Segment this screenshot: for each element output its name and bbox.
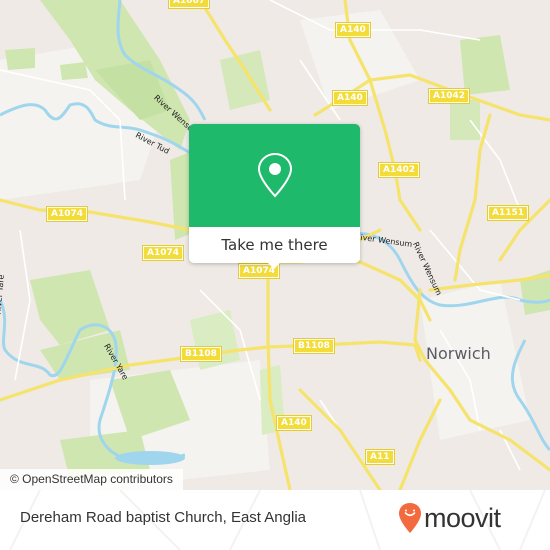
road-label: A140	[335, 22, 371, 38]
place-label-norwich: Norwich	[426, 344, 491, 363]
popup-header	[189, 124, 360, 227]
location-popup: Take me there	[189, 124, 360, 269]
road-label: B1108	[180, 346, 222, 362]
location-title: Dereham Road baptist Church, East Anglia	[20, 509, 306, 526]
road-label: A1074	[45, 206, 89, 222]
road-label: A1402	[377, 162, 421, 178]
moovit-pin-icon	[399, 503, 421, 533]
popup-tail	[266, 261, 282, 269]
moovit-logo[interactable]: moovit	[398, 502, 501, 534]
road-label: A140	[276, 415, 312, 431]
road-label: A1042	[427, 88, 471, 104]
road-label: A11	[365, 449, 395, 465]
take-me-there-button[interactable]: Take me there	[189, 227, 360, 263]
road-label: A1151	[486, 205, 530, 221]
moovit-wordmark: moovit	[424, 502, 501, 533]
footer: Dereham Road baptist Church, East Anglia…	[0, 490, 550, 550]
road-label: A140	[332, 90, 368, 106]
take-me-there-label: Take me there	[221, 236, 328, 254]
map-pin-icon	[257, 152, 293, 198]
road-label: A1067	[167, 0, 211, 9]
road-label: A1074	[141, 245, 185, 261]
map-attribution[interactable]: © OpenStreetMap contributors	[0, 469, 183, 490]
road-label: B1108	[293, 338, 335, 354]
map[interactable]: A1067 A140 A140 A1042 A1402 A1151 A1074 …	[0, 0, 550, 490]
